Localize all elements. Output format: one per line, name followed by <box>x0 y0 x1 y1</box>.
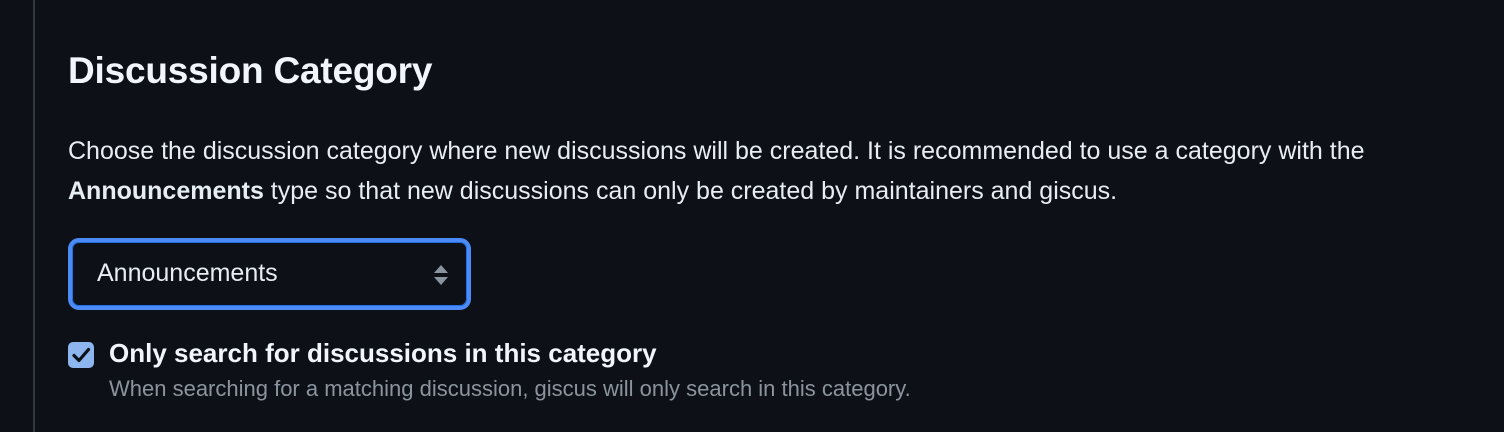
checkmark-icon <box>72 347 91 363</box>
left-divider <box>33 0 35 432</box>
strict-search-checkbox[interactable] <box>68 342 94 368</box>
description-text-after: type so that new discussions can only be… <box>263 177 1118 205</box>
strict-search-help-text: When searching for a matching discussion… <box>109 376 911 401</box>
description-text-before: Choose the discussion category where new… <box>68 137 1365 165</box>
description-bold-category: Announcements <box>68 177 264 205</box>
strict-search-label[interactable]: Only search for discussions in this cate… <box>109 338 657 369</box>
discussion-category-section: Discussion Category Choose the discussio… <box>0 0 1504 432</box>
category-select-value: Announcements <box>97 259 278 287</box>
section-description: Choose the discussion category where new… <box>68 131 1488 211</box>
category-select[interactable]: Announcements <box>68 238 471 310</box>
section-title: Discussion Category <box>68 50 433 91</box>
select-arrows-icon <box>433 263 449 287</box>
